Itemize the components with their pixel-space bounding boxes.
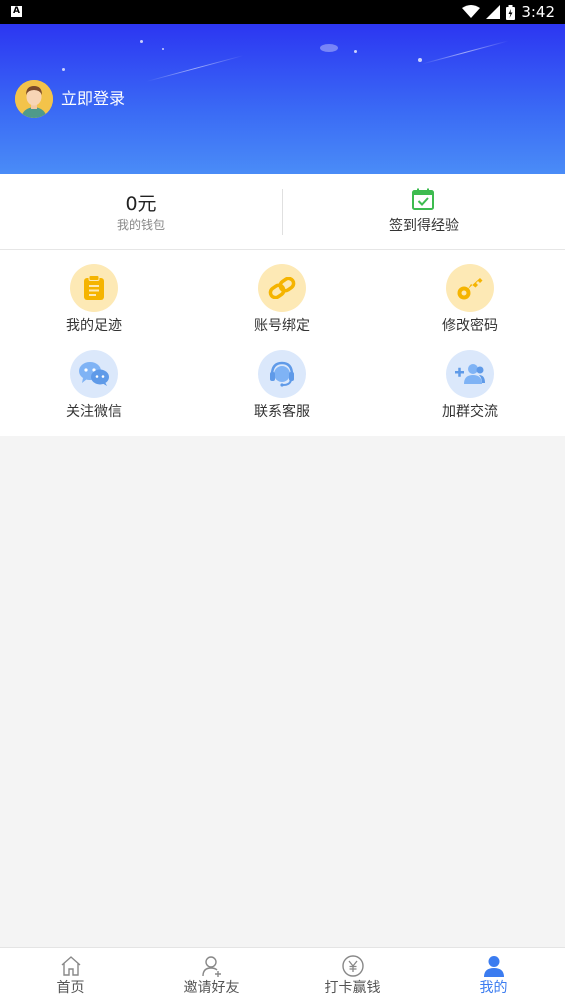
- icon-circle: [70, 350, 118, 398]
- decor-meteor: [421, 40, 509, 65]
- menu-item-label: 我的足迹: [66, 318, 122, 334]
- menu-item-follow-wechat[interactable]: 关注微信: [0, 336, 188, 422]
- icon-circle: [446, 264, 494, 312]
- decor-star: [162, 48, 164, 50]
- nav-tab-home[interactable]: 首页: [0, 948, 141, 1006]
- battery-icon: [506, 4, 516, 20]
- icon-circle: [446, 350, 494, 398]
- menu-item-label: 加群交流: [442, 404, 498, 420]
- calendar-check-icon: [412, 188, 434, 210]
- menu-item-change-password[interactable]: 修改密码: [376, 250, 564, 336]
- decor-cloud: [320, 44, 338, 52]
- decor-meteor: [146, 55, 244, 82]
- yen-coin-icon: [342, 955, 364, 977]
- signal-icon: [486, 5, 501, 19]
- bottom-nav: 首页 邀请好友 打卡赢钱 我的: [0, 947, 565, 1006]
- headset-icon: [270, 361, 294, 387]
- login-link[interactable]: 立即登录: [61, 88, 125, 110]
- decor-star: [354, 50, 357, 53]
- user-avatar-icon: [15, 80, 53, 118]
- menu-item-label: 关注微信: [66, 404, 122, 420]
- menu-item-label: 联系客服: [254, 404, 310, 420]
- nav-tab-checkin[interactable]: 打卡赢钱: [282, 948, 423, 1006]
- decor-star: [418, 58, 422, 62]
- menu-item-label: 修改密码: [442, 318, 498, 334]
- profile-header: 立即登录: [0, 24, 565, 174]
- clock: 3:42: [521, 3, 555, 21]
- wallet-label: 我的钱包: [116, 218, 165, 232]
- menu-grid: 我的足迹 账号绑定 修改密码 关注微信 联系客服 加群交流: [0, 250, 565, 436]
- nav-tab-label: 我的: [479, 980, 508, 996]
- nav-tab-label: 首页: [56, 980, 85, 996]
- wechat-icon: [79, 362, 109, 386]
- wallet-section[interactable]: 0元 我的钱包: [0, 174, 282, 249]
- icon-circle: [70, 264, 118, 312]
- app-notification-icon: A: [11, 6, 22, 17]
- add-group-icon: [455, 364, 485, 384]
- menu-item-customer-service[interactable]: 联系客服: [188, 336, 376, 422]
- nav-tab-invite[interactable]: 邀请好友: [141, 948, 282, 1006]
- menu-item-label: 账号绑定: [254, 318, 310, 334]
- wifi-icon: [462, 5, 481, 18]
- wallet-amount: 0元: [125, 193, 157, 215]
- profile-icon: [484, 956, 504, 977]
- checkin-section[interactable]: 签到得经验: [283, 174, 565, 249]
- nav-tab-label: 打卡赢钱: [324, 980, 381, 996]
- stats-bar: 0元 我的钱包 签到得经验: [0, 174, 565, 250]
- avatar[interactable]: [15, 80, 53, 118]
- status-bar: A 3:42: [0, 0, 565, 24]
- menu-item-footprint[interactable]: 我的足迹: [0, 250, 188, 336]
- nav-tab-mine[interactable]: 我的: [423, 948, 564, 1006]
- invite-user-icon: [202, 956, 221, 977]
- decor-star: [62, 68, 65, 71]
- menu-item-join-group[interactable]: 加群交流: [376, 336, 564, 422]
- nav-tab-label: 邀请好友: [183, 980, 240, 996]
- menu-item-account-binding[interactable]: 账号绑定: [188, 250, 376, 336]
- clipboard-icon: [84, 275, 104, 300]
- home-icon: [61, 956, 81, 976]
- checkin-label: 签到得经验: [389, 218, 459, 234]
- icon-circle: [258, 350, 306, 398]
- icon-circle: [258, 264, 306, 312]
- link-icon: [268, 277, 296, 299]
- status-icons: 3:42: [462, 0, 555, 24]
- key-icon: [457, 278, 483, 300]
- decor-star: [140, 40, 143, 43]
